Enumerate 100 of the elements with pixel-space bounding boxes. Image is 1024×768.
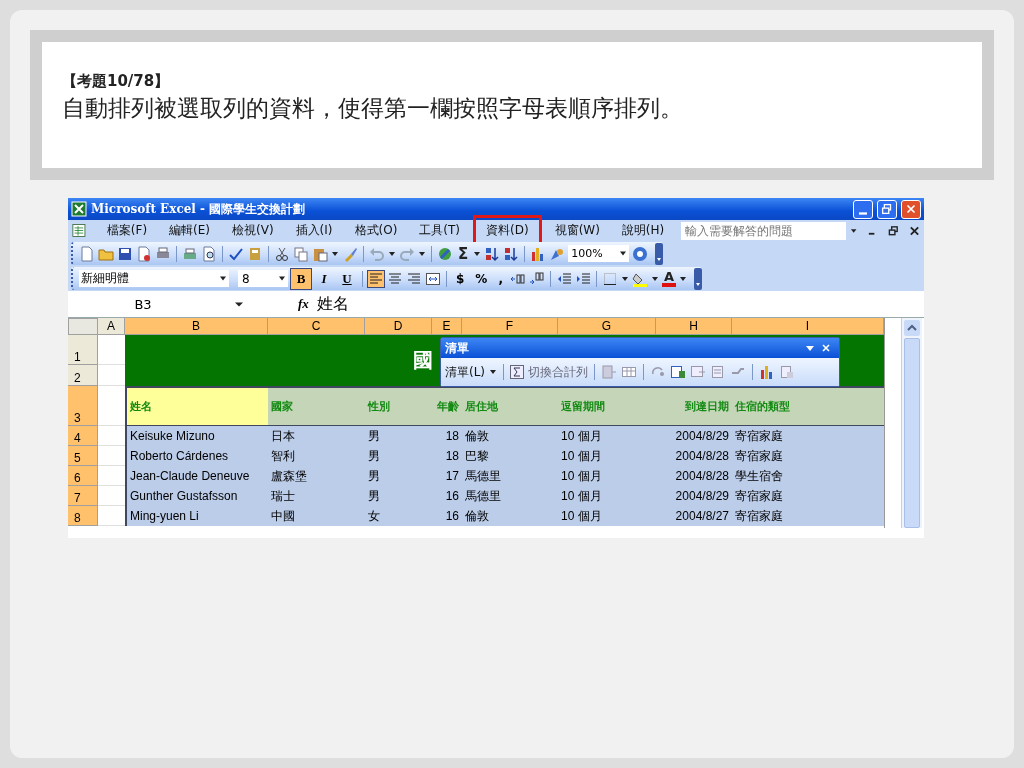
align-icon[interactable] [387,270,403,287]
table-icon[interactable] [621,364,638,380]
table-cell: Jean-Claude Deneuve [125,466,268,486]
column-header[interactable]: I [732,318,884,335]
caret-icon [278,276,286,281]
menu-item[interactable]: 插入(I) [286,217,342,244]
sum-icon[interactable] [510,365,525,379]
caret-icon [234,301,244,307]
format-button[interactable]: B [291,268,311,289]
autosum-button[interactable]: Σ [456,244,471,263]
number-format-button[interactable]: % [471,271,492,286]
menu-item[interactable]: 檢視(V) [223,217,283,244]
table-cell: 10 個月 [558,446,656,466]
column-header[interactable]: G [558,318,656,335]
table-cell: 10 個月 [558,506,656,526]
header-cell: 逗留期間 [558,386,656,426]
new-file-icon[interactable] [79,245,95,262]
insert-function-button[interactable]: fx [298,296,309,312]
sort-descending-icon[interactable] [503,245,520,262]
table-cell: Roberto Cárdenes [125,446,268,466]
menu-item[interactable]: 視窗(W) [545,217,609,244]
number-format-button[interactable]: $ [452,271,469,286]
scissors-icon[interactable] [274,245,290,262]
merge-center-icon[interactable] [425,270,441,287]
list-menu-button[interactable]: 清單(L) [445,363,486,381]
align-icon[interactable] [368,270,384,287]
table-cell: 中國 [268,506,365,526]
toggle-total-row-button[interactable]: 切換合計列 [528,363,589,381]
table-cell: 巴黎 [462,446,558,466]
decrease-decimal-icon[interactable] [528,270,545,287]
toolbar-options-icon[interactable] [655,242,664,265]
number-format-button[interactable]: , [494,271,507,286]
table-cell: 倫敦 [462,426,558,446]
increase-indent-icon[interactable] [574,270,591,287]
table-cell: 2004/8/28 [656,446,732,466]
table-cell: 日本 [268,426,365,446]
font-size-dropdown[interactable]: 8 [238,270,288,287]
globe-icon[interactable] [437,245,453,262]
close-button[interactable] [901,199,921,219]
column-header[interactable]: C [268,318,365,335]
restore-icon[interactable] [887,224,899,237]
menu-item[interactable]: 說明(H) [612,217,674,244]
column-header[interactable]: D [365,318,432,335]
toolbar-title: 清單 [445,339,469,357]
borders-icon[interactable] [601,270,618,287]
table-cell: 10 個月 [558,466,656,486]
scroll-thumb[interactable] [904,338,920,528]
font-dropdown[interactable]: 新細明體 [79,270,229,287]
row-header[interactable]: 6 [68,466,98,486]
format-button[interactable]: I [314,268,334,289]
menu-item[interactable]: 編輯(E) [160,217,219,244]
column-header[interactable]: E [432,318,462,335]
close-icon[interactable] [908,224,920,237]
restore-button[interactable] [877,199,897,219]
header-cell: 居住地 [462,386,558,426]
vertical-scrollbar[interactable] [901,318,922,528]
row-header[interactable]: 8 [68,506,98,526]
scroll-up-icon[interactable] [904,320,920,336]
align-icon[interactable] [406,270,422,287]
table-cell: 10 個月 [558,486,656,506]
banner-title: 國 [413,347,433,374]
table-cell: 男 [365,466,432,486]
toolbar-options-icon[interactable] [694,267,702,290]
zoom-dropdown[interactable]: 100% [568,245,630,262]
magnifier-icon[interactable] [201,245,217,262]
header-cell: 性別 [365,386,432,426]
table-cell: 16 [432,486,462,506]
row-header[interactable]: 3 [68,386,98,426]
question-number: 【考題10/78】 [62,72,171,91]
row-header[interactable]: 2 [68,365,98,386]
help-icon[interactable] [632,245,649,262]
formula-field[interactable]: 姓名 [316,293,349,315]
close-icon [904,202,918,216]
row-header[interactable]: 4 [68,426,98,446]
table-cell: 寄宿家庭 [732,486,884,506]
row-header[interactable]: 1 [68,335,98,365]
row-header[interactable]: 7 [68,486,98,506]
column-header[interactable]: F [462,318,558,335]
page-icon[interactable] [136,245,152,262]
table-cell: 寄宿家庭 [732,426,884,446]
format-button[interactable]: U [337,268,357,289]
column-header[interactable]: H [656,318,732,335]
form-icon[interactable] [670,364,687,380]
name-box[interactable]: B3 [68,294,258,314]
column-header[interactable]: B [125,318,268,335]
header-cell: 住宿的類型 [732,386,884,426]
table-cell: 智利 [268,446,365,466]
menu-item[interactable]: 格式(O) [345,217,407,244]
sort-ascending-icon[interactable] [484,245,501,262]
menu-item[interactable]: 工具(T) [410,217,469,244]
minimize-button[interactable] [853,199,873,219]
menu-item[interactable]: 檔案(F) [97,217,157,244]
table-cell: Gunther Gustafsson [125,486,268,506]
table-cell: Keisuke Mizuno [125,426,268,446]
help-search-field[interactable]: 輸入需要解答的問題 [681,221,846,240]
row-header[interactable]: 5 [68,446,98,466]
column-header[interactable]: A [98,318,125,335]
font-color-button[interactable]: A [661,270,676,287]
table-cell: 學生宿舍 [732,466,884,486]
printer-icon[interactable] [182,245,198,262]
